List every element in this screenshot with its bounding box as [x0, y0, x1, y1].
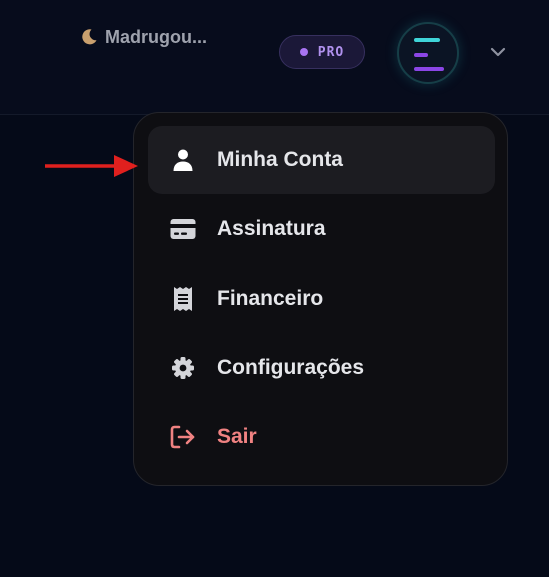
chevron-down-icon[interactable]	[488, 42, 508, 62]
credit-card-icon	[170, 216, 196, 242]
greeting-text: Madrugou...	[105, 26, 207, 47]
status-dot-icon	[299, 48, 308, 56]
red-arrow-icon	[44, 153, 140, 179]
menu-item-sair[interactable]: Sair	[148, 403, 495, 471]
menu-item-financeiro[interactable]: Financeiro	[148, 265, 495, 333]
account-dropdown-menu: Minha Conta Assinatura Financeiro Config…	[133, 112, 508, 486]
menu-item-minha-conta[interactable]: Minha Conta	[148, 126, 495, 194]
menu-item-label: Financeiro	[217, 287, 324, 310]
menu-item-label: Configurações	[217, 356, 365, 379]
avatar[interactable]	[397, 22, 459, 84]
user-icon	[170, 147, 196, 173]
menu-item-configuracoes[interactable]: Configurações	[148, 334, 495, 402]
menu-item-label: Sair	[217, 425, 257, 448]
logout-icon	[170, 424, 196, 450]
plan-badge-label: PRO	[317, 44, 345, 60]
menu-item-assinatura[interactable]: Assinatura	[148, 195, 495, 263]
plan-badge[interactable]: PRO	[279, 35, 365, 69]
top-bar: Madrugou... PRO	[0, 0, 549, 115]
receipt-icon	[170, 286, 196, 312]
greeting: Madrugou...	[79, 26, 207, 48]
gear-icon	[170, 355, 196, 381]
moon-icon	[79, 27, 99, 47]
menu-item-label: Assinatura	[217, 217, 326, 240]
menu-item-label: Minha Conta	[217, 148, 343, 171]
